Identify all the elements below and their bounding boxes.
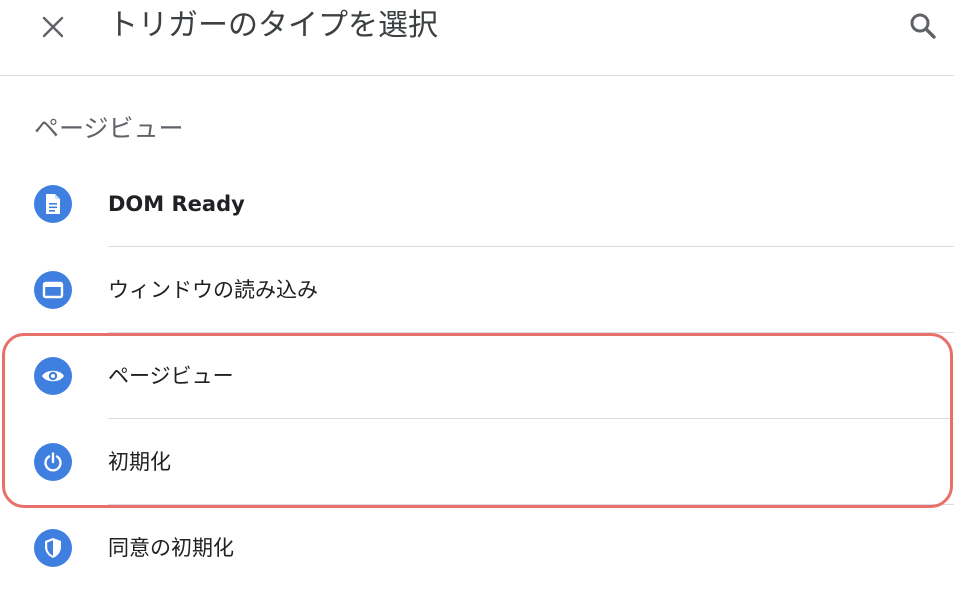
search-icon bbox=[910, 13, 936, 39]
trigger-item-label: 同意の初期化 bbox=[108, 536, 234, 560]
section-title-page-view: ページビュー bbox=[34, 114, 184, 143]
trigger-item-label: ページビュー bbox=[108, 364, 234, 388]
trigger-item-initialization[interactable]: 初期化 bbox=[0, 419, 954, 505]
eye-icon bbox=[34, 357, 72, 395]
shield-icon bbox=[34, 529, 72, 567]
document-icon bbox=[34, 185, 72, 223]
window-icon bbox=[34, 271, 72, 309]
power-icon bbox=[34, 443, 72, 481]
close-button[interactable] bbox=[36, 10, 70, 44]
trigger-item-label: ウィンドウの読み込み bbox=[108, 278, 318, 302]
trigger-item-dom-ready[interactable]: DOM Ready bbox=[0, 161, 954, 247]
trigger-item-page-view[interactable]: ページビュー bbox=[0, 333, 954, 419]
trigger-item-consent-initialization[interactable]: 同意の初期化 bbox=[0, 505, 954, 591]
search-button[interactable] bbox=[906, 9, 940, 43]
close-icon bbox=[42, 16, 64, 38]
trigger-item-label: DOM Ready bbox=[108, 192, 245, 216]
trigger-item-window-load[interactable]: ウィンドウの読み込み bbox=[0, 247, 954, 333]
trigger-item-label: 初期化 bbox=[108, 450, 171, 474]
dialog-title: トリガーのタイプを選択 bbox=[108, 8, 438, 43]
dialog-header: トリガーのタイプを選択 bbox=[0, 0, 954, 76]
